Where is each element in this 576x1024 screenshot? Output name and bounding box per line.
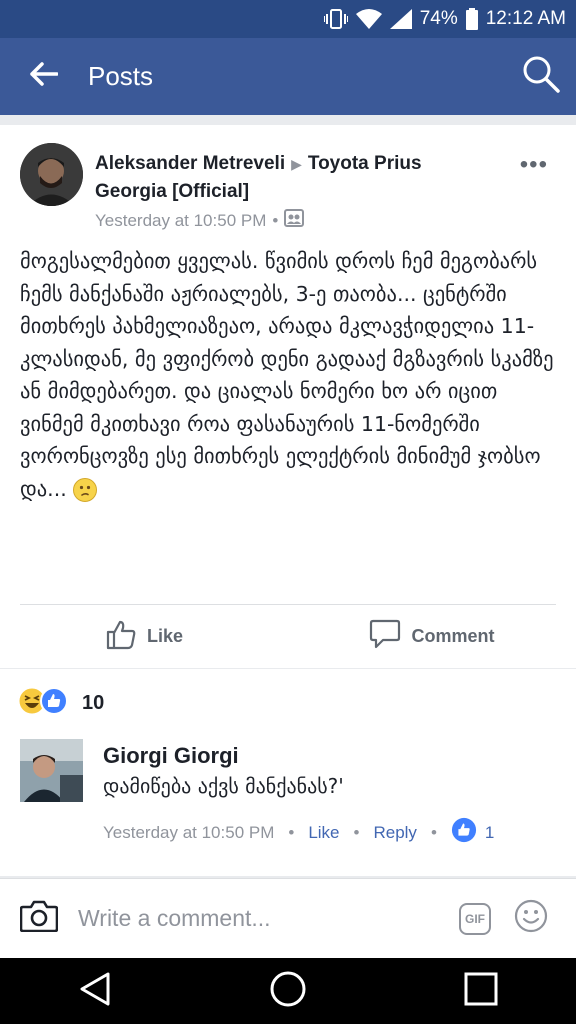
post-text: მოგესალმებით ყველას. წვიმის დროს ჩემ მეგ… bbox=[20, 249, 554, 501]
status-bar: 74% 12:12 AM bbox=[0, 0, 576, 38]
system-nav-bar bbox=[0, 958, 576, 1024]
reaction-summary[interactable]: 10 bbox=[18, 687, 104, 720]
app-bar: Posts bbox=[0, 38, 576, 115]
arrow-right-icon: ▶ bbox=[291, 156, 302, 172]
like-reaction-icon bbox=[40, 687, 68, 720]
audience-icon bbox=[284, 209, 305, 232]
confused-face-icon bbox=[73, 477, 98, 502]
signal-icon bbox=[389, 9, 412, 29]
gif-button[interactable]: GIF bbox=[436, 902, 514, 935]
comment-like-icon bbox=[451, 817, 477, 848]
post-header: Aleksander Metreveli ▶ Toyota Prius Georgi… bbox=[95, 150, 495, 206]
comment-like-button[interactable]: Like bbox=[308, 823, 339, 843]
comment-input[interactable]: Write a comment... bbox=[78, 905, 436, 932]
comment-reply-button[interactable]: Reply bbox=[373, 823, 416, 843]
page-title: Posts bbox=[88, 61, 154, 91]
separator-dot: • bbox=[272, 210, 279, 230]
separator-dot: • bbox=[353, 822, 360, 842]
battery-icon bbox=[465, 8, 478, 30]
post-card: Aleksander Metreveli ▶ Toyota Prius Georgi… bbox=[0, 125, 576, 668]
comment-text: დამიწება აქვს მანქანას?' bbox=[103, 774, 344, 798]
comment-icon bbox=[369, 619, 401, 654]
comment-author[interactable]: Giorgi Giorgi bbox=[103, 743, 239, 769]
more-icon[interactable]: ••• bbox=[520, 151, 548, 179]
nav-home-icon[interactable] bbox=[269, 970, 307, 1013]
wifi-icon bbox=[355, 9, 382, 29]
battery-level: 74% bbox=[419, 8, 458, 29]
post-meta: Yesterday at 10:50 PM • bbox=[95, 209, 305, 232]
nav-back-icon[interactable] bbox=[78, 971, 112, 1012]
like-icon bbox=[105, 618, 137, 655]
camera-button[interactable] bbox=[0, 900, 78, 937]
smiley-icon bbox=[514, 899, 548, 938]
vibrate-icon bbox=[323, 8, 348, 30]
comment-meta: Yesterday at 10:50 PM • Like • Reply • 1 bbox=[103, 817, 494, 848]
post-body: მოგესალმებით ყველას. წვიმის დროს ჩემ მეგ… bbox=[20, 245, 556, 505]
back-arrow-icon bbox=[30, 62, 59, 91]
post-timestamp[interactable]: Yesterday at 10:50 PM bbox=[95, 211, 266, 231]
nav-recents-icon[interactable] bbox=[464, 972, 498, 1011]
avatar[interactable] bbox=[20, 143, 83, 206]
comment-composer: Write a comment... GIF bbox=[0, 878, 576, 958]
like-button[interactable]: Like bbox=[0, 605, 288, 667]
separator-dot: • bbox=[430, 822, 437, 842]
like-label: Like bbox=[146, 625, 184, 646]
author-name[interactable]: Aleksander Metreveli bbox=[95, 153, 285, 174]
comment-button[interactable]: Comment bbox=[288, 605, 576, 667]
post-actions: Like Comment bbox=[0, 605, 576, 667]
comment-like-count: 1 bbox=[484, 822, 495, 842]
comments-section: 10 Giorgi Giorgi დამიწება აქვს მანქანას?… bbox=[0, 669, 576, 876]
reaction-count: 10 bbox=[82, 692, 105, 714]
gif-label: GIF bbox=[465, 911, 485, 926]
search-button[interactable] bbox=[506, 38, 576, 115]
back-button[interactable] bbox=[0, 38, 88, 115]
sticker-button[interactable] bbox=[514, 899, 576, 938]
comment-timestamp[interactable]: Yesterday at 10:50 PM bbox=[103, 823, 274, 843]
comment-label: Comment bbox=[411, 625, 495, 646]
comment-avatar[interactable] bbox=[20, 739, 83, 802]
separator-dot: • bbox=[288, 822, 295, 842]
clock: 12:12 AM bbox=[485, 8, 566, 29]
search-icon bbox=[522, 55, 560, 98]
gif-icon: GIF bbox=[459, 902, 491, 935]
camera-icon bbox=[19, 900, 59, 937]
